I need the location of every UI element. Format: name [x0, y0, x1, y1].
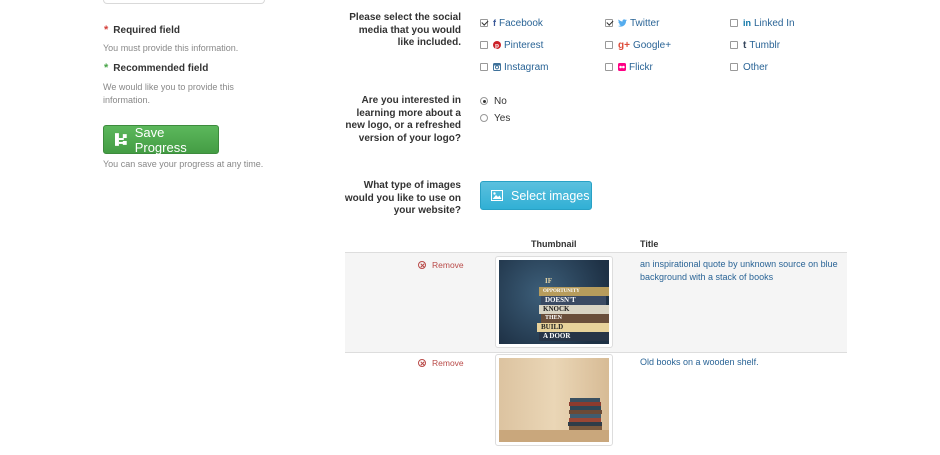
book-word: KNOCK: [539, 305, 609, 314]
image-title[interactable]: Old books on a wooden shelf.: [640, 356, 845, 369]
select-images-button[interactable]: Select images: [480, 181, 592, 210]
sitemap-icon: [115, 133, 127, 146]
linkedin-icon: in: [743, 18, 751, 28]
social-option-instagram[interactable]: Instagram: [480, 61, 548, 73]
logo-option-yes[interactable]: Yes: [480, 112, 510, 124]
book-word: OPPORTUNITY: [539, 287, 609, 296]
remove-label: Remove: [432, 260, 464, 270]
image-title[interactable]: an inspirational quote by unknown source…: [640, 258, 845, 284]
recommended-field-title: Recommended field: [113, 63, 209, 74]
quote-books-image: IF OPPORTUNITY DOESN'T KNOCK THEN BUILD …: [499, 260, 609, 344]
flickr-icon: [618, 63, 626, 71]
no-label: No: [494, 95, 507, 107]
book-word: DOESN'T: [541, 296, 606, 305]
instagram-label: Instagram: [504, 61, 549, 73]
linkedin-checkbox[interactable]: [730, 19, 738, 27]
svg-text:p: p: [495, 42, 499, 49]
facebook-label: Facebook: [499, 17, 543, 29]
save-progress-label: Save Progress: [134, 124, 187, 155]
remove-image-button[interactable]: Remove: [418, 260, 464, 270]
book-word: BUILD: [537, 323, 609, 332]
tumblr-checkbox[interactable]: [730, 41, 738, 49]
book-word: A DOOR: [539, 332, 609, 341]
googleplus-label: Google+: [632, 39, 672, 51]
remove-label: Remove: [432, 358, 464, 368]
book-word: THEN: [541, 314, 609, 323]
social-option-facebook[interactable]: f Facebook: [480, 17, 543, 29]
thumbnail-column-header: Thumbnail: [531, 239, 577, 249]
recommended-field-help: We would like you to provide this inform…: [103, 82, 234, 105]
instagram-checkbox[interactable]: [480, 63, 488, 71]
googleplus-icon: g+: [618, 39, 630, 51]
title-column-header: Title: [640, 239, 659, 249]
images-question: What type of images would you like to us…: [344, 180, 461, 216]
wooden-shelf-books-image: [499, 358, 609, 442]
yes-label: Yes: [494, 112, 511, 124]
required-field-title: Required field: [113, 25, 180, 36]
picture-icon: [491, 190, 503, 201]
pinterest-label: Pinterest: [504, 39, 544, 51]
flickr-label: Flickr: [629, 61, 653, 73]
facebook-icon: f: [493, 18, 496, 28]
save-progress-help: You can save your progress at any time.: [103, 159, 264, 169]
twitter-label: Twitter: [630, 17, 660, 29]
twitter-icon: [618, 19, 627, 27]
recommended-star-icon: *: [104, 62, 109, 74]
googleplus-checkbox[interactable]: [605, 41, 613, 49]
flickr-checkbox[interactable]: [605, 63, 613, 71]
linkedin-label: Linked In: [754, 17, 795, 29]
top-input-field[interactable]: [103, 0, 265, 4]
remove-icon: [418, 359, 426, 367]
save-progress-button[interactable]: Save Progress: [103, 124, 219, 155]
social-option-pinterest[interactable]: p Pinterest: [480, 39, 543, 51]
remove-image-button[interactable]: Remove: [418, 358, 464, 368]
required-legend: * Required field: [104, 24, 180, 36]
yes-radio[interactable]: [480, 114, 488, 122]
required-star-icon: *: [104, 24, 109, 36]
tumblr-icon: t: [743, 39, 747, 51]
social-option-flickr[interactable]: Flickr: [605, 61, 653, 73]
instagram-icon: [493, 63, 501, 71]
book-word: IF: [545, 277, 552, 285]
facebook-checkbox[interactable]: [480, 19, 488, 27]
remove-icon: [418, 261, 426, 269]
social-option-twitter[interactable]: Twitter: [605, 17, 659, 29]
social-option-other[interactable]: Other: [730, 61, 768, 73]
required-field-help: You must provide this information.: [103, 43, 239, 53]
pinterest-icon: p: [493, 41, 501, 49]
row-divider: [345, 352, 847, 353]
social-option-linkedin[interactable]: in Linked In: [730, 17, 795, 29]
twitter-checkbox[interactable]: [605, 19, 613, 27]
no-radio[interactable]: [480, 97, 488, 105]
logo-question: Are you interested in learning more abou…: [345, 95, 461, 144]
social-option-tumblr[interactable]: t Tumblr: [730, 39, 780, 51]
image-thumbnail[interactable]: IF OPPORTUNITY DOESN'T KNOCK THEN BUILD …: [495, 256, 613, 348]
social-option-googleplus[interactable]: g+ Google+: [605, 39, 671, 51]
social-media-question: Please select the social media that you …: [349, 12, 461, 48]
recommended-legend: * Recommended field: [104, 62, 208, 74]
other-checkbox[interactable]: [730, 63, 738, 71]
select-images-label: Select images: [511, 188, 590, 203]
image-thumbnail[interactable]: [495, 354, 613, 446]
other-label: Other: [743, 61, 769, 73]
logo-option-no[interactable]: No: [480, 95, 507, 107]
tumblr-label: Tumblr: [749, 39, 781, 51]
pinterest-checkbox[interactable]: [480, 41, 488, 49]
